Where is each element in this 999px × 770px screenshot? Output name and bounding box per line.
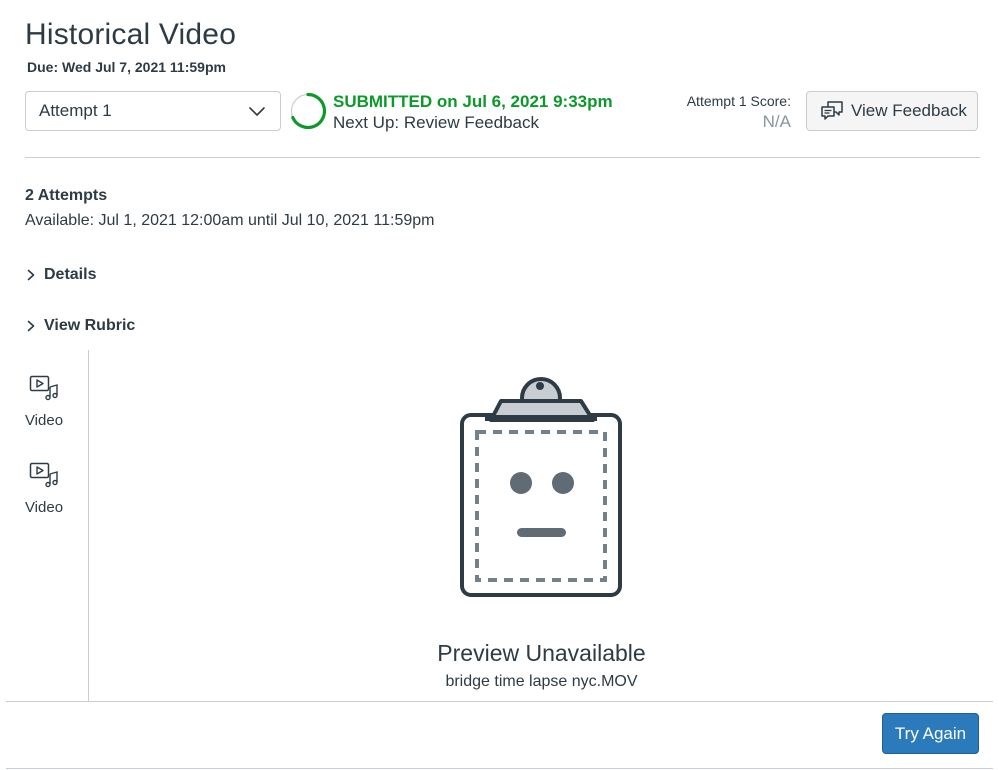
try-again-button[interactable]: Try Again bbox=[882, 713, 979, 754]
chat-bubbles-icon bbox=[821, 101, 843, 120]
file-item-label: Video bbox=[24, 412, 64, 429]
preview-title: Preview Unavailable bbox=[437, 640, 646, 666]
footer-divider bbox=[6, 701, 993, 702]
header-divider bbox=[25, 157, 980, 158]
chevron-right-icon bbox=[27, 269, 35, 281]
attempt-select[interactable]: Attempt 1 bbox=[25, 91, 281, 131]
next-up-text: Next Up: Review Feedback bbox=[333, 113, 539, 132]
progress-ring-icon bbox=[290, 92, 327, 130]
clipboard-face-icon bbox=[460, 377, 622, 597]
file-list: Video Video bbox=[0, 350, 89, 701]
file-item-label: Video bbox=[24, 499, 64, 516]
video-audio-icon bbox=[29, 375, 58, 401]
submission-status: SUBMITTED on Jul 6, 2021 9:33pm bbox=[333, 92, 613, 111]
chevron-down-icon bbox=[249, 107, 265, 116]
score-label: Attempt 1 Score: bbox=[686, 93, 791, 109]
preview-filename: bridge time lapse nyc.MOV bbox=[445, 673, 638, 690]
details-toggle-label: Details bbox=[44, 266, 97, 283]
availability-text: Available: Jul 1, 2021 12:00am until Jul… bbox=[25, 212, 435, 229]
view-rubric-label: View Rubric bbox=[44, 317, 136, 334]
view-feedback-button[interactable]: View Feedback bbox=[806, 91, 978, 131]
file-item-video-1[interactable]: Video bbox=[0, 375, 88, 429]
chevron-right-icon bbox=[27, 320, 35, 332]
view-rubric-toggle[interactable]: View Rubric bbox=[25, 317, 135, 335]
attempt-select-value: Attempt 1 bbox=[39, 101, 112, 120]
view-feedback-label: View Feedback bbox=[851, 101, 967, 120]
due-date: Due: Wed Jul 7, 2021 11:59pm bbox=[27, 59, 226, 75]
page-title: Historical Video bbox=[25, 18, 237, 51]
score-value: N/A bbox=[762, 112, 791, 131]
details-toggle[interactable]: Details bbox=[25, 266, 96, 284]
frame-bottom-border bbox=[6, 768, 993, 769]
file-item-video-2[interactable]: Video bbox=[0, 462, 88, 516]
attempts-count: 2 Attempts bbox=[25, 187, 108, 204]
video-audio-icon bbox=[29, 462, 58, 488]
